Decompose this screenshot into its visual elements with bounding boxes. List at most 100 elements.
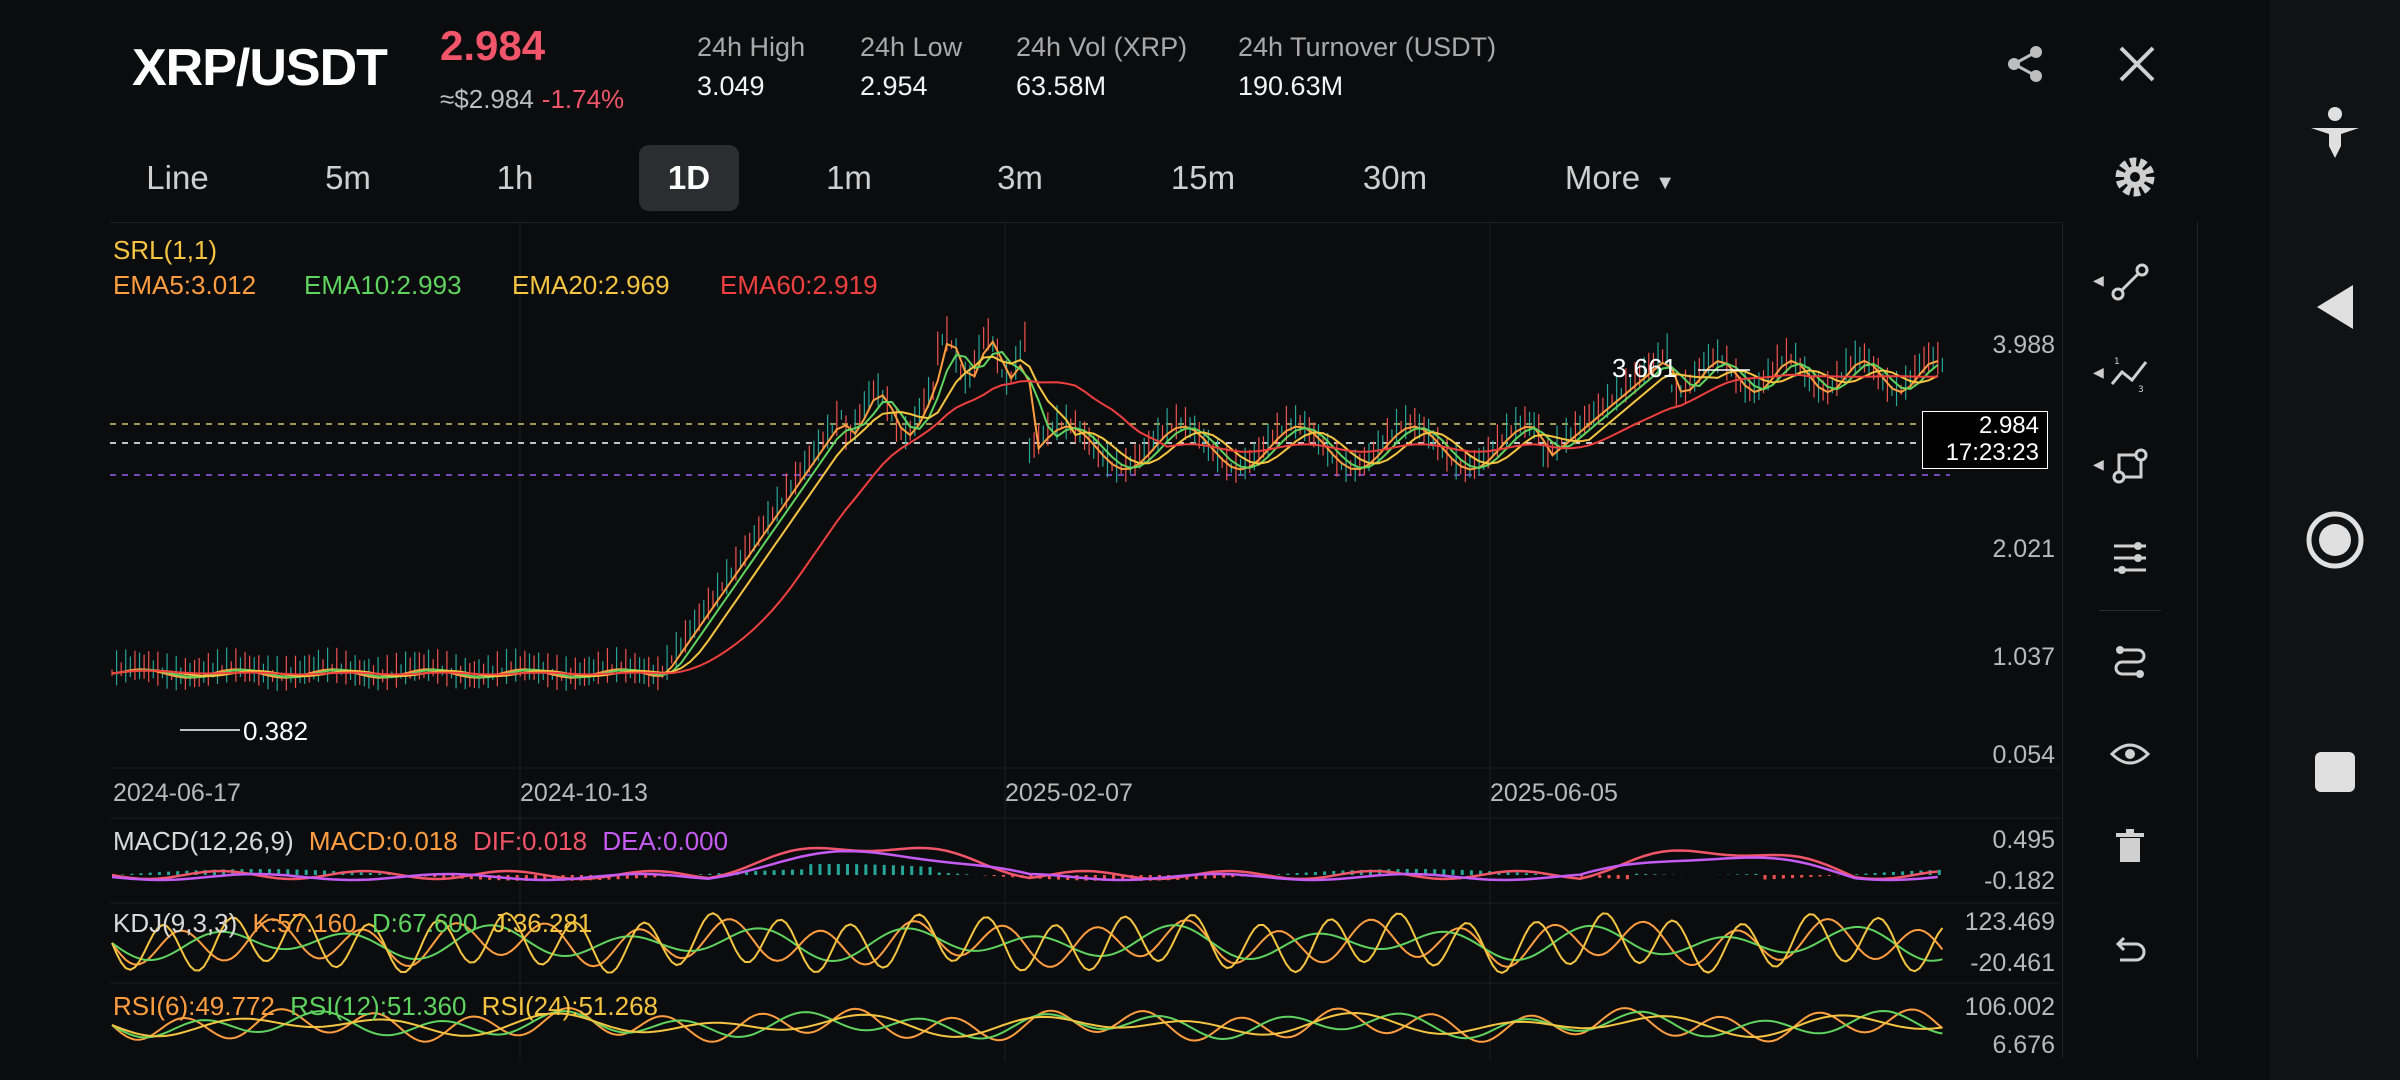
ema60-label: EMA60:2.919 [720,270,878,300]
rsi12-value: RSI(12):51.360 [290,991,467,1021]
stat-label: 24h Vol (XRP) [1016,32,1188,62]
macd-bar [763,870,767,875]
macd-bar [130,873,134,875]
macd-bar [1213,875,1216,879]
macd-bar [359,872,363,875]
macd-bar [891,865,895,875]
macd-bar [1827,875,1831,876]
tab-3m[interactable]: 3m [970,145,1070,211]
x-tick: 2024-10-13 [520,779,648,807]
macd-value: MACD:0.018 [308,826,458,856]
macd-bar [1442,869,1446,875]
macd-bar [1937,869,1941,875]
macd-bar [1818,875,1822,877]
macd-bar [1781,875,1785,879]
kdj-title: KDJ(9,3,3) [113,908,238,938]
macd-bar [1323,871,1327,875]
macd-bar [1644,874,1648,875]
stat-label: 24h High [697,32,806,62]
shape-tool-icon[interactable] [2110,446,2150,486]
settings-sliders-icon[interactable] [2110,538,2150,578]
ema10-label: EMA10:2.993 [304,270,462,300]
tab-1h[interactable]: 1h [455,145,575,211]
trend-tool-icon[interactable]: 1 3 [2110,354,2150,394]
macd-bar [625,875,629,879]
macd-bar [1598,875,1602,878]
macd-bar [1534,873,1538,875]
macd-y-bottom: -0.182 [1984,867,2055,895]
macd-bar [1451,869,1455,875]
macd-bar [378,873,382,875]
ema-line [111,350,1939,679]
recents-icon[interactable] [2303,740,2367,804]
macd-bar [1882,872,1886,875]
stat-value: 63.58M [1016,71,1107,101]
macd-bar [304,869,308,875]
macd-bar [754,871,758,875]
drawing-tools: ◀ ◀ 1 3 ◀ [2062,222,2198,1058]
tab-1d[interactable]: 1D [639,145,739,211]
connect-tool-icon[interactable] [2110,642,2150,682]
tab-5m[interactable]: 5m [288,145,408,211]
macd-bar [882,864,886,875]
macd-bar [790,869,794,875]
macd-bar [313,870,317,875]
chart-area[interactable]: SRL(1,1) EMA5:3.012 EMA10:2.993 EMA20:2.… [110,222,2060,1061]
macd-bar [919,866,923,875]
accessibility-icon[interactable] [2303,102,2367,166]
expand-arrow-icon[interactable]: ◀ [2093,456,2104,473]
macd-bar [1304,872,1308,875]
stat-24h-turnover: 24h Turnover (USDT) 190.63M [1238,32,1496,102]
macd-bar [1469,870,1473,875]
tab-line[interactable]: Line [110,145,245,211]
candle-countdown: 17:23:23 [1945,439,2039,466]
close-icon[interactable] [2113,40,2161,88]
y-tick: 0.054 [1992,741,2055,769]
macd-bar [1864,873,1868,875]
macd-bar [1460,869,1464,875]
system-nav-rail [2270,0,2400,1080]
share-icon[interactable] [2001,40,2049,88]
caret-down-icon: ▼ [1655,172,1676,194]
macd-bar [121,874,125,875]
y-tick: 3.988 [1992,331,2055,359]
tab-30m[interactable]: 30m [1335,145,1455,211]
j-value: J:36.281 [492,908,593,938]
tab-1m[interactable]: 1m [799,145,899,211]
price-sub: ≈$2.984 -1.74% [440,84,624,115]
macd-bar [873,864,877,875]
macd-bar [965,874,969,875]
macd-bar [157,872,161,875]
rsi-y-top: 106.002 [1964,993,2055,1021]
macd-bar [1653,874,1657,875]
macd-bar [800,869,804,875]
macd-bar [864,864,868,875]
usd-price: ≈$2.984 [440,84,534,114]
low-marker-label: 0.382 [243,716,309,746]
tab-more[interactable]: More ▼ [1550,145,1690,211]
line-tool-icon[interactable] [2110,262,2150,302]
srl-label: SRL(1,1) [113,235,218,265]
tab-15m[interactable]: 15m [1143,145,1263,211]
expand-arrow-icon[interactable]: ◀ [2093,272,2104,289]
expand-arrow-icon[interactable]: ◀ [2093,364,2104,381]
back-icon[interactable] [2303,275,2367,339]
settings-gear-icon[interactable] [2110,152,2160,202]
eye-icon[interactable] [2110,734,2150,774]
undo-icon[interactable] [2110,930,2150,970]
macd-bar [1625,875,1629,880]
macd-bar [368,872,372,875]
macd-bar [836,864,840,875]
macd-bar [809,864,813,875]
high-marker-label: 3.661 [1612,353,1678,383]
macd-bar [1524,873,1528,875]
macd-bar [1635,873,1639,875]
tab-more-label: More [1564,159,1641,196]
stat-value: 3.049 [697,71,765,101]
macd-bar [1277,874,1281,875]
trash-icon[interactable] [2110,826,2150,866]
macd-bar [644,875,648,878]
home-icon[interactable] [2303,508,2367,572]
macd-bar [1222,875,1226,878]
stat-24h-vol: 24h Vol (XRP) 63.58M [1016,32,1187,102]
